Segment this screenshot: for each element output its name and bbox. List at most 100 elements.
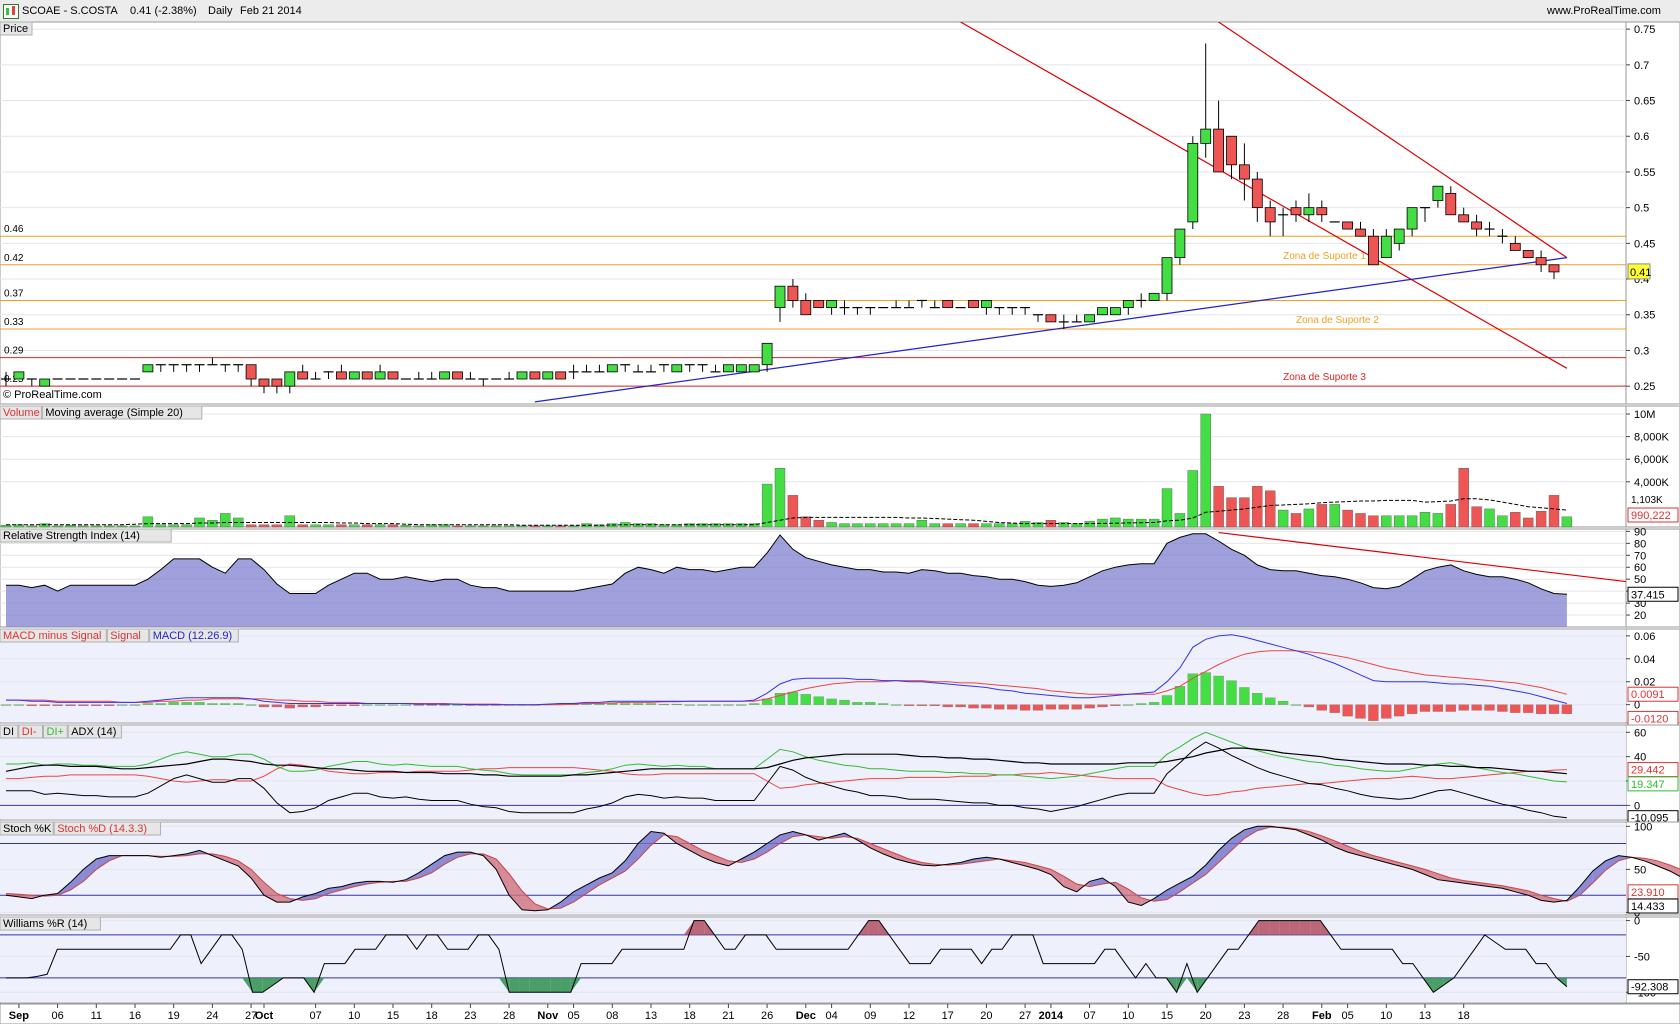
volume-bar: [839, 523, 850, 528]
macd-histogram-bar: [1445, 704, 1456, 712]
williams-r-panel[interactable]: 0-50-100Williams %R (14)-92.308: [0, 916, 1680, 1004]
macd-histogram-bar: [981, 704, 992, 709]
volume-bar: [155, 524, 167, 528]
rsi-panel[interactable]: 9080706050403020Relative Strength Index …: [0, 526, 1680, 628]
candle-body: [1161, 257, 1173, 294]
macd-histogram-bar: [0, 704, 12, 706]
stoch-k-tag: 14.433: [1631, 901, 1665, 913]
macd-hist-tag: -0.0120: [1631, 713, 1668, 725]
volume-bar: [994, 523, 1005, 528]
date-tick-label: 04: [825, 1010, 837, 1022]
di-minus-tag: 29.442: [1631, 765, 1665, 777]
volume-bar: [245, 524, 257, 528]
macd-histogram-bar: [362, 704, 373, 706]
macd-histogram-bar: [697, 704, 708, 706]
macd-histogram-bar: [400, 704, 412, 706]
candle-body: [826, 300, 837, 309]
candle-body: [981, 300, 992, 309]
macd-histogram-bar: [387, 704, 399, 706]
price-tick-label: 0.25: [1634, 381, 1655, 393]
volume-bar: [465, 525, 476, 528]
date-tick-label: 07: [1083, 1010, 1095, 1022]
macd-histogram-bar: [1458, 704, 1469, 711]
volume-bar: [1419, 512, 1431, 528]
candle-body: [1239, 164, 1250, 180]
candle-body: [1148, 292, 1160, 301]
date-tick-label: 06: [51, 1010, 63, 1022]
volume-bar: [1484, 508, 1495, 528]
macd-histogram-bar: [1007, 704, 1018, 710]
volume-bar: [697, 523, 708, 528]
macd-histogram-bar: [1329, 704, 1340, 713]
volume-bar: [52, 525, 63, 528]
date-tick-label: Feb: [1312, 1010, 1332, 1022]
macd-histogram-bar: [1123, 704, 1134, 706]
macd-histogram-bar: [1316, 704, 1327, 711]
candle-body: [1251, 178, 1263, 209]
volume-bar: [1277, 509, 1289, 528]
volume-bar: [503, 525, 515, 528]
macd-panel[interactable]: 0.060.040.020MACD minus Signal Signal MACD…: [0, 628, 1680, 726]
volume-bar: [1316, 504, 1328, 528]
candle-body: [271, 378, 283, 387]
macd-histogram-bar: [1226, 680, 1237, 705]
macd-histogram-bar: [65, 704, 76, 706]
williams-oversold-fill: [529, 977, 540, 993]
rsi-tick-label: 60: [1634, 562, 1646, 574]
volume-bar: [374, 524, 386, 528]
price-label: Price: [3, 23, 28, 35]
volume-bar: [710, 523, 721, 528]
macd-histogram-bar: [800, 694, 811, 705]
macd-histogram-bar: [1161, 695, 1173, 705]
volume-bar: [1239, 497, 1250, 528]
volume-panel[interactable]: 10M 8,000K 6,000K 4,000K Volume Moving averag…: [0, 405, 1680, 528]
date-tick-label: 10: [348, 1010, 360, 1022]
macd-histogram-bar: [903, 704, 915, 706]
date-tick-label: Sep: [9, 1010, 29, 1022]
volume-bar: [310, 524, 321, 528]
candle-body: [942, 300, 954, 309]
date-tick-label: 26: [761, 1010, 773, 1022]
macd-hist-legend: MACD minus Signal: [3, 630, 101, 642]
date-tick-label: 07: [309, 1010, 321, 1022]
volume-bar: [39, 523, 50, 528]
volume-bar: [65, 525, 76, 528]
stoch-d-legend: Stoch %D (14.3.3): [57, 823, 147, 835]
candle-body: [1097, 307, 1108, 316]
date-tick-label: 05: [567, 1010, 579, 1022]
stochastic-panel[interactable]: 100500Stoch %KStoch %D (14.3.3)23.91014.…: [0, 821, 1680, 919]
macd-histogram-bar: [916, 704, 928, 706]
macd-histogram-bar: [323, 704, 334, 706]
volume-bar: [1084, 521, 1095, 528]
macd-histogram-bar: [207, 703, 218, 705]
williams-background: [0, 918, 1626, 1002]
macd-histogram-bar: [439, 704, 450, 706]
volume-tick-label: 6,000K: [1634, 454, 1670, 466]
volume-bar: [1445, 504, 1457, 528]
volume-bar: [1510, 512, 1521, 528]
price-tick-label: 0.6: [1634, 131, 1649, 143]
macd-histogram-bar: [1265, 697, 1276, 705]
williams-overbought-fill: [694, 920, 705, 935]
price-panel[interactable]: 0.750.70.650.60.550.50.450.40.350.30.250…: [0, 21, 1680, 405]
price-tick-label: 0.65: [1634, 96, 1655, 108]
macd-histogram-bar: [1523, 704, 1534, 713]
volume-bar: [478, 525, 489, 528]
macd-histogram-bar: [749, 703, 760, 705]
macd-histogram-bar: [671, 703, 682, 706]
dmi-adx-panel[interactable]: 6040200DIDI-DI+ADX (14)29.44219.347-10.0…: [0, 724, 1680, 826]
williams-overbought-fill: [1310, 920, 1321, 935]
macd-histogram-bar: [1252, 693, 1263, 705]
volume-tick-label: 8,000K: [1634, 432, 1670, 444]
volume-bar: [787, 495, 799, 528]
candle-body: [1458, 214, 1470, 223]
candle-body: [1342, 221, 1353, 230]
date-tick-label: 08: [606, 1010, 618, 1022]
volume-bar: [542, 525, 553, 528]
volume-bar: [1355, 513, 1366, 528]
rsi-value-tag: 37.415: [1631, 589, 1665, 601]
di-plus-legend: DI+: [47, 726, 64, 738]
volume-bar: [1007, 523, 1018, 528]
candle-body: [555, 371, 567, 380]
volume-bar: [78, 525, 89, 528]
